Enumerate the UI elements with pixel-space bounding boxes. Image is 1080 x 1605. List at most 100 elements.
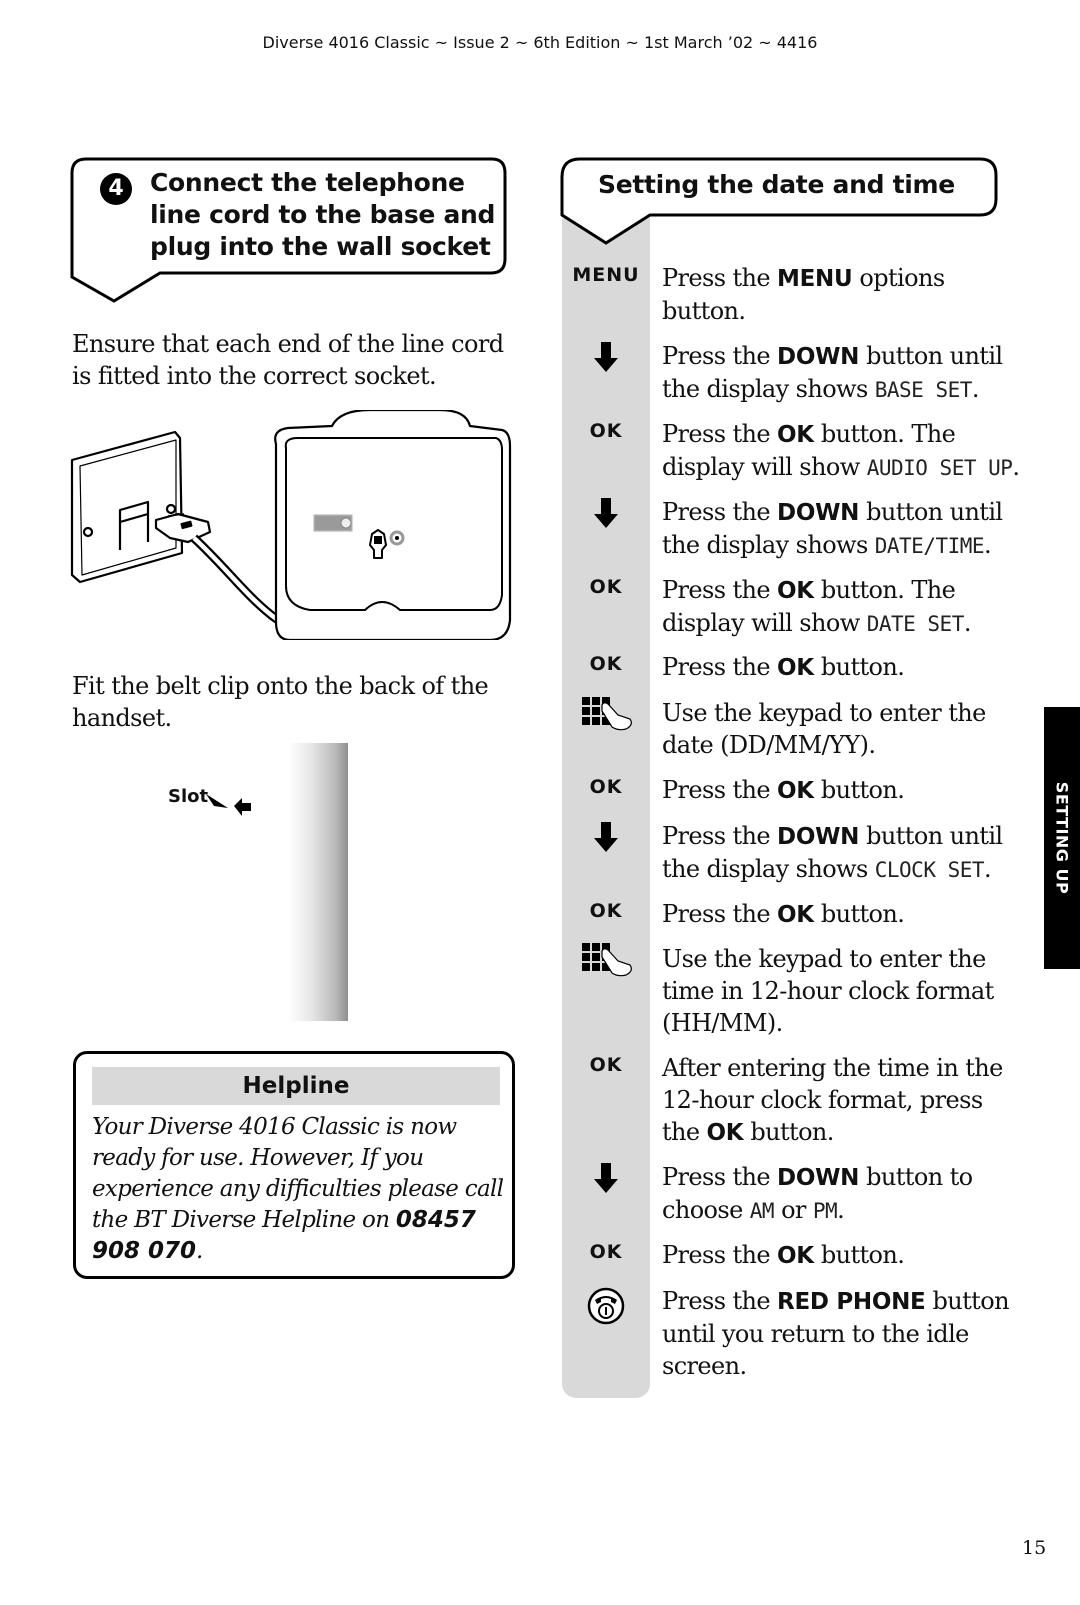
belt-clip-illustration: Slot <box>160 740 360 1021</box>
down-arrow-icon <box>562 822 650 859</box>
step-text: Press the DOWN button until the display … <box>662 496 1022 562</box>
step-text: Use the keypad to enter the date (DD/MM/… <box>662 697 1022 761</box>
step-text: Press the MENU options button. <box>662 262 1022 327</box>
button-name: OK <box>706 1120 744 1146</box>
keypad-icon <box>562 695 650 740</box>
display-text: DATE/TIME <box>874 534 985 558</box>
helpline-trailing: . <box>196 1238 203 1264</box>
button-name: DOWN <box>777 824 860 850</box>
text-run: Press the <box>662 342 778 370</box>
display-text: AUDIO SET UP <box>866 456 1013 480</box>
step-text: Press the DOWN button until the display … <box>662 340 1022 406</box>
ok-key-icon: OK <box>589 900 623 922</box>
text-run: . <box>1012 453 1020 481</box>
section-title: Setting the date and time <box>598 170 955 199</box>
text-run: button. <box>743 1118 834 1146</box>
button-name: MENU <box>777 266 853 292</box>
text-run: . <box>963 609 972 637</box>
text-run: Press the <box>662 776 778 804</box>
text-run: Press the <box>662 1241 778 1269</box>
step-text: Press the OK button. <box>662 898 1022 931</box>
button-name: RED PHONE <box>777 1289 926 1315</box>
display-text: CLOCK SET <box>874 858 985 882</box>
button-name: OK <box>777 1243 814 1269</box>
step-number-badge: 4 <box>100 173 132 205</box>
ok-key-icon: OK <box>589 776 623 798</box>
button-name: OK <box>777 778 814 804</box>
text-run: Press the <box>662 498 778 526</box>
text-run: button. <box>813 653 905 681</box>
helpline-text: Your Diverse 4016 Classic is now ready f… <box>92 1112 508 1267</box>
line-cord-illustration <box>70 410 512 640</box>
step-text: Press the RED PHONE button until you ret… <box>662 1285 1022 1382</box>
menu-key-icon: MENU <box>572 264 640 286</box>
keypad-icon <box>562 941 650 986</box>
text-run: button. <box>813 1241 905 1269</box>
helpline-title: Helpline <box>92 1067 500 1105</box>
text-run: Press the <box>662 900 778 928</box>
ok-key-icon: OK <box>589 420 623 442</box>
display-text: BASE SET <box>874 378 973 402</box>
button-name: DOWN <box>777 500 860 526</box>
ok-key-icon: OK <box>589 576 623 598</box>
text-run: Press the <box>662 822 778 850</box>
ok-key-icon: OK <box>589 1241 623 1263</box>
step-text: Press the OK button. <box>662 774 1022 807</box>
step-text: After entering the time in the 12-hour c… <box>662 1052 1022 1149</box>
button-name: OK <box>777 655 814 681</box>
date-time-heading-callout: Setting the date and time <box>560 157 1009 249</box>
belt-clip-instruction: Fit the belt clip onto the back of the h… <box>72 672 489 732</box>
step-text: Press the OK button. <box>662 1239 1022 1272</box>
step-title: Connect the telephone line cord to the b… <box>150 168 496 261</box>
step-text: Press the DOWN button to choose AM or PM… <box>662 1161 1022 1227</box>
text-run: . <box>971 375 980 403</box>
display-text: AM <box>749 1199 775 1223</box>
side-tab-label: SETTING UP <box>1052 781 1072 895</box>
button-name: OK <box>777 422 814 448</box>
button-name: OK <box>777 578 814 604</box>
section-side-tab: SETTING UP <box>1044 707 1080 969</box>
page-number: 15 <box>1022 1537 1047 1559</box>
handset-back-panel <box>288 743 348 1021</box>
text-run: . <box>984 855 992 883</box>
text-run: . <box>984 531 992 559</box>
text-run: button. <box>813 900 905 928</box>
step-4-heading-callout: 4 Connect the telephone line cord to the… <box>70 157 518 309</box>
slot-pointer-arrows <box>206 794 251 816</box>
text-run: button. <box>813 776 905 804</box>
running-header: Diverse 4016 Classic ~ Issue 2 ~ 6th Edi… <box>262 33 818 52</box>
step-text: Press the OK button. The display will sh… <box>662 418 1022 484</box>
button-name: DOWN <box>777 1165 860 1191</box>
step-text: Press the DOWN button until the display … <box>662 820 1022 886</box>
socket-screw-right <box>165 503 177 515</box>
text-run: Press the <box>662 1287 778 1315</box>
text-run: or <box>774 1196 813 1224</box>
text-run: Press the <box>662 420 778 448</box>
text-run: Press the <box>662 576 778 604</box>
step-text: Use the keypad to enter the time in 12-h… <box>662 943 1022 1039</box>
icon-strip <box>562 218 650 1398</box>
text-run: Press the <box>662 653 778 681</box>
helpline-box: Helpline Your Diverse 4016 Classic is no… <box>73 1051 515 1279</box>
step-text: Press the OK button. <box>662 651 1022 684</box>
ok-key-icon: OK <box>589 1054 623 1076</box>
text-run: . <box>837 1196 845 1224</box>
socket-screw-left <box>82 526 94 538</box>
display-text: DATE SET <box>866 612 965 636</box>
display-text: PM <box>812 1199 838 1223</box>
down-arrow-icon <box>562 1163 650 1200</box>
down-arrow-icon <box>562 342 650 379</box>
text-run: Press the <box>662 1163 778 1191</box>
ok-key-icon: OK <box>589 653 623 675</box>
red-phone-icon <box>562 1287 650 1330</box>
step-text: Press the OK button. The display will sh… <box>662 574 1022 640</box>
text-run: Use the keypad to enter the date (DD/MM/… <box>662 699 986 759</box>
ensure-instruction: Ensure that each end of the line cord is… <box>72 330 504 390</box>
down-arrow-icon <box>562 498 650 535</box>
text-run: Press the <box>662 264 778 292</box>
text-run: Use the keypad to enter the time in 12-h… <box>662 945 994 1037</box>
slot-pointer-icon <box>206 794 228 808</box>
button-name: OK <box>777 902 814 928</box>
button-name: DOWN <box>777 344 860 370</box>
left-arrow-icon <box>234 798 251 816</box>
